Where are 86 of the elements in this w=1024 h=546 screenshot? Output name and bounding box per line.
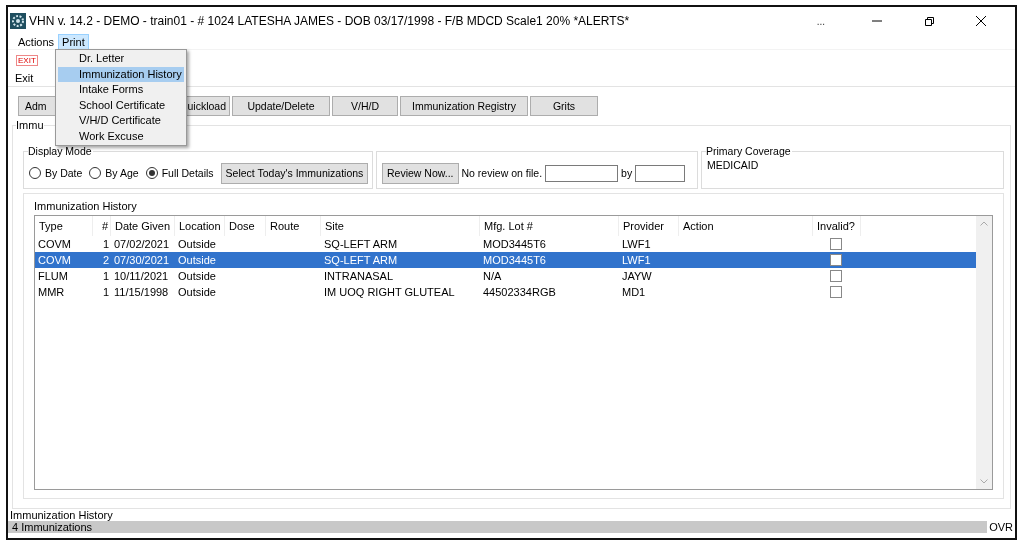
menu-item[interactable]: V/H/D Certificate [58, 113, 184, 129]
menu-item[interactable]: Dr. Letter [58, 51, 184, 67]
column-header[interactable]: Mfg. Lot # [480, 216, 619, 236]
status-title: Immunization History [9, 510, 114, 521]
table-cell-text: SQ-LEFT ARM [323, 254, 399, 266]
group-title: Primary Coverage [706, 145, 792, 157]
tab-button[interactable]: Immunization Registry [400, 96, 528, 116]
table-cell-text: FLUM [37, 270, 69, 282]
scrollbar[interactable] [976, 216, 992, 489]
table-cell-text: Outside [177, 254, 217, 266]
table-cell-text: 07/30/2021 [113, 254, 171, 266]
table-cell-text: COVM [37, 238, 72, 250]
by-label: by [621, 167, 633, 179]
review-status: No review on file. [461, 167, 543, 179]
input-field[interactable] [545, 164, 619, 182]
menu-item[interactable]: Intake Forms [58, 82, 184, 98]
table-row[interactable]: COVM 1 07/02/2021 Outside SQ-LEFT ARM MOD3445T6 LWF1 [35, 236, 976, 252]
invalid-checkbox[interactable] [830, 286, 842, 298]
table-title: Immunization History [34, 200, 138, 213]
scroll-down-icon[interactable] [980, 479, 988, 484]
column-header[interactable]: Provider [619, 216, 679, 236]
table-cell-text: COVM [37, 254, 72, 266]
table-cell-text: LWF1 [621, 254, 652, 266]
table-row[interactable]: COVM 2 07/30/2021 Outside SQ-LEFT ARM MOD3445T6 LWF1 [35, 252, 976, 268]
table-cell-text: INTRANASAL [323, 270, 395, 282]
table-cell-text: 07/02/2021 [113, 238, 171, 250]
menu-item[interactable]: Actions [14, 34, 59, 50]
table-cell-text: 1 [101, 286, 110, 298]
table-cell-text: 44502334RGB [482, 286, 557, 298]
table-cell-text: LWF1 [621, 238, 652, 250]
menu-item[interactable]: Work Excuse [58, 128, 184, 144]
app-logo-icon [10, 13, 26, 29]
tab-button[interactable]: Grits [530, 96, 598, 116]
table-cell-text: IM UOQ RIGHT GLUTEAL [323, 286, 456, 298]
review-button[interactable]: Review Now... [382, 162, 459, 184]
overwrite-indicator: OVR [988, 521, 1014, 533]
table-cell-text: 2 [101, 254, 110, 266]
table-cell-text: 1 [101, 238, 110, 250]
tab-button[interactable]: V/H/D [332, 96, 398, 116]
invalid-checkbox[interactable] [830, 270, 842, 282]
table-cell-text: 1 [101, 270, 110, 282]
exit-icon[interactable]: EXIT [16, 55, 38, 66]
group-title: Display Mode [28, 145, 93, 157]
table-cell-text: 11/15/1998 [113, 286, 170, 298]
table-row[interactable]: MMR 1 11/15/1998 Outside IM UOQ RIGHT GLUTEAL 44502334RGB MD1 [35, 284, 976, 300]
menu-item[interactable]: Print [58, 34, 89, 50]
column-header[interactable]: Date Given [111, 216, 175, 236]
group-title: Immu [16, 119, 44, 131]
radio-button[interactable]: By Age [89, 167, 139, 179]
restore-icon[interactable] [922, 14, 936, 28]
column-header[interactable]: Invalid? [813, 216, 861, 236]
table-cell-text: Outside [177, 286, 217, 298]
scroll-up-icon[interactable] [980, 221, 988, 226]
column-header[interactable]: Location [175, 216, 225, 236]
more-button[interactable]: ... [816, 15, 825, 27]
menu-item[interactable]: Immunization History [58, 66, 184, 82]
tab-button[interactable]: Update/Delete [232, 96, 330, 116]
select-today-button[interactable]: Select Today's Immunizations [220, 162, 369, 184]
column-header[interactable]: Site [321, 216, 480, 236]
table-cell-text: 10/11/2021 [113, 270, 170, 282]
table-cell-text: N/A [482, 270, 503, 282]
invalid-checkbox[interactable] [830, 238, 842, 250]
coverage-value: MEDICAID [707, 159, 759, 171]
status-count: 4 Immunizations [8, 521, 987, 533]
radio-button[interactable]: Full Details [145, 167, 214, 179]
table-cell-text: Outside [177, 270, 217, 282]
table-row[interactable]: FLUM 1 10/11/2021 Outside INTRANASAL N/A JAYW [35, 268, 976, 284]
close-icon[interactable] [974, 14, 988, 28]
radio-button[interactable]: By Date [29, 167, 83, 179]
window-title: VHN v. 14.2 - DEMO - train01 - # 1024 LATESHA JAMES - DOB 03/17/1998 - F/B MDCD Scale1 20% *ALERTS* [29, 14, 631, 28]
table-cell-text: MOD3445T6 [482, 254, 547, 266]
table-cell-text: Outside [177, 238, 217, 250]
table-cell-text: SQ-LEFT ARM [323, 238, 399, 250]
table-cell-text: MOD3445T6 [482, 238, 547, 250]
table-cell-text: MMR [37, 286, 66, 298]
input-field[interactable] [635, 164, 686, 182]
table-cell-text: JAYW [621, 270, 653, 282]
exit-label[interactable]: Exit [15, 72, 34, 84]
column-header[interactable]: Dose [225, 216, 266, 236]
invalid-checkbox[interactable] [830, 254, 842, 266]
menu-item[interactable]: School Certificate [58, 97, 184, 113]
column-header[interactable]: Route [266, 216, 321, 236]
column-header[interactable]: Action [679, 216, 813, 236]
table-cell-text: MD1 [621, 286, 647, 298]
column-header[interactable]: # [93, 216, 111, 236]
column-header[interactable]: Type [35, 216, 93, 236]
